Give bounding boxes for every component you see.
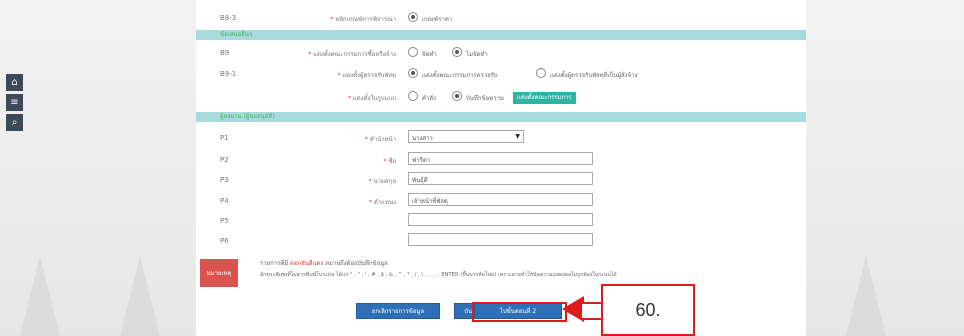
row-b9: B9 * แต่งตั้งคณะกรรมการซื้อหรือจ้าง จัดท… — [196, 45, 806, 63]
cancel-button[interactable]: ยกเลิกรายการข้อมูล — [356, 303, 440, 319]
row-code: P1 — [220, 134, 229, 142]
row-p5: P5 — [196, 213, 806, 231]
radio-b9-1-committee[interactable] — [408, 68, 418, 78]
radio-label: คำสั่ง — [422, 95, 436, 102]
radio-label: บันทึกข้อความ — [466, 95, 504, 102]
home-icon[interactable]: ⌂ — [6, 74, 23, 91]
search-icon[interactable]: ⌕ — [6, 114, 23, 131]
p5-input[interactable] — [408, 213, 593, 226]
callout-arrow — [562, 296, 584, 322]
chevron-down-icon: ▼ — [515, 133, 520, 140]
row-code: B9 — [220, 49, 230, 57]
note-special-chars-text: อักขระพิเศษที่ไม่ควรพิมพ์ในระบบ ได้แก่ "… — [260, 272, 617, 278]
callout-highlight — [472, 302, 567, 322]
row-label: * นามสกุล — [368, 178, 396, 185]
menu-icon[interactable]: ≡ — [6, 94, 23, 111]
note-badge: หมายเหตุ — [200, 259, 238, 287]
note-required-text: รายการที่มี ดอกจันสีแดง หมายถึงต้องบันทึ… — [260, 260, 388, 267]
row-label: * คำนำหน้า — [364, 136, 396, 143]
background-spire — [20, 256, 60, 336]
position-input[interactable]: เจ้าหน้าที่พัสดุ — [408, 193, 593, 206]
row-p3: P3 * นามสกุล พันธุ์ดี — [196, 172, 806, 190]
row-label: * แต่งตั้งคณะกรรมการซื้อหรือจ้าง — [308, 51, 396, 58]
row-label: * ตำแหน่ง — [368, 199, 396, 206]
row-label: * แต่งตั้งในรูปแบบ — [348, 95, 396, 102]
radio-b9-yes[interactable] — [408, 47, 418, 57]
last-name-input[interactable]: พันธุ์ดี — [408, 172, 593, 185]
title-select[interactable]: นางสาว ▼ — [408, 130, 524, 143]
radio-label: แต่งตั้งคณะกรรมการตรวจรับ — [422, 72, 498, 79]
radio-memo[interactable] — [452, 91, 462, 101]
row-b9-1: B9-1 * แต่งตั้งผู้ตรวจรับพัสดุ แต่งตั้งค… — [196, 66, 806, 84]
sidebar: ⌂ ≡ ⌕ — [6, 74, 23, 134]
p6-input[interactable] — [408, 233, 593, 246]
row-code: P6 — [220, 237, 229, 245]
background-left — [0, 0, 196, 336]
row-label: * แต่งตั้งผู้ตรวจรับพัสดุ — [337, 72, 396, 79]
row-code: P3 — [220, 176, 229, 184]
radio-label: เกณฑ์ราคา — [422, 16, 453, 23]
radio-order[interactable] — [408, 91, 418, 101]
row-code: P5 — [220, 217, 229, 225]
radio-b9-1-inspector[interactable] — [536, 68, 546, 78]
row-committee-type: * แต่งตั้งในรูปแบบ คำสั่ง บันทึกข้อความ … — [196, 89, 806, 107]
row-code: B8-3 — [220, 14, 237, 22]
background-spire — [846, 256, 886, 336]
section-header-other: ข้อเสนออื่นๆ — [196, 30, 806, 40]
section-header-approver: ผู้ลงนาม (ผู้ขออนุมัติ) — [196, 112, 806, 122]
background-spire — [120, 256, 160, 336]
radio-label: จัดทำ — [422, 51, 437, 58]
row-code: B9-1 — [220, 70, 237, 78]
row-p6: P6 — [196, 233, 806, 251]
row-code: P2 — [220, 156, 229, 164]
radio-price-criteria[interactable] — [408, 12, 418, 22]
row-p1: P1 * คำนำหน้า นางสาว ▼ — [196, 130, 806, 148]
row-code: P4 — [220, 197, 229, 205]
row-p2: P2 * ชื่อ ฟารีดา — [196, 152, 806, 170]
step-number-callout: 60. — [601, 284, 695, 336]
radio-b9-no[interactable] — [452, 47, 462, 57]
background-right — [806, 0, 964, 336]
row-label: * ชื่อ — [383, 158, 396, 165]
row-b8-3: B8-3 * หลักเกณฑ์การพิจารณา เกณฑ์ราคา — [196, 10, 806, 28]
callout-arrow-shaft — [582, 302, 602, 320]
radio-label: แต่งตั้งผู้ตรวจรับพัสดุที่เป็นผู้สั่งจ้า… — [550, 72, 638, 79]
appoint-committee-button[interactable]: แต่งตั้งคณะกรรมการ — [513, 92, 576, 104]
first-name-input[interactable]: ฟารีดา — [408, 152, 593, 165]
row-label: * หลักเกณฑ์การพิจารณา — [330, 16, 396, 23]
row-p4: P4 * ตำแหน่ง เจ้าหน้าที่พัสดุ — [196, 193, 806, 211]
form-panel: B8-3 * หลักเกณฑ์การพิจารณา เกณฑ์ราคา ข้อ… — [196, 0, 806, 336]
radio-label: ไม่จัดทำ — [466, 51, 488, 58]
